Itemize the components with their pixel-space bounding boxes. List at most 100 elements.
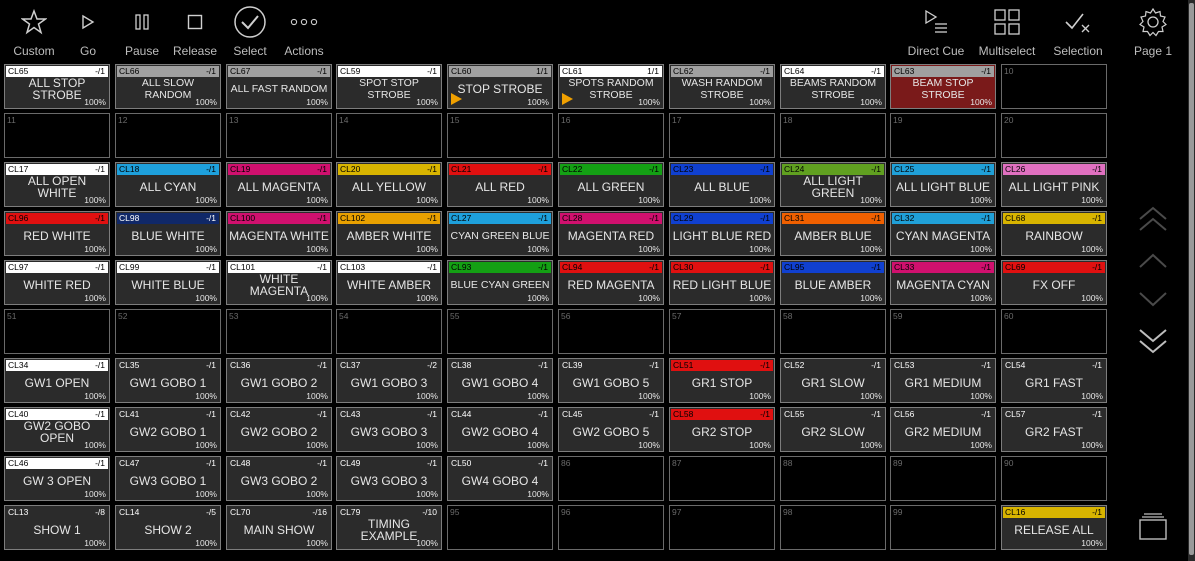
empty-cue-slot[interactable]: 12 — [115, 113, 221, 158]
cue-cell-cl101[interactable]: CL101 -/1 WHITE MAGENTA 100% — [226, 260, 332, 305]
chevron-double-down-icon[interactable] — [1138, 324, 1168, 354]
cue-cell-cl94[interactable]: CL94 -/1 RED MAGENTA 100% — [558, 260, 664, 305]
cue-cell-cl41[interactable]: CL41 -/1 GW2 GOBO 1 100% — [115, 407, 221, 452]
cue-cell-cl18[interactable]: CL18 -/1 ALL CYAN 100% — [115, 162, 221, 207]
cue-cell-cl93[interactable]: CL93 -/1 BLUE CYAN GREEN 100% — [447, 260, 553, 305]
cue-cell-cl20[interactable]: CL20 -/1 ALL YELLOW 100% — [336, 162, 442, 207]
cue-cell-cl34[interactable]: CL34 -/1 GW1 OPEN 100% — [4, 358, 110, 403]
empty-cue-slot[interactable]: 86 — [558, 456, 664, 501]
cue-cell-cl59[interactable]: CL59 -/1 SPOT STOP STROBE 100% — [336, 64, 442, 109]
chevron-double-up-icon[interactable] — [1138, 206, 1168, 236]
cue-cell-cl96[interactable]: CL96 -/1 RED WHITE 100% — [4, 211, 110, 256]
cue-cell-cl35[interactable]: CL35 -/1 GW1 GOBO 1 100% — [115, 358, 221, 403]
cue-cell-cl65[interactable]: CL65 -/1 ALL STOP STROBE 100% — [4, 64, 110, 109]
chevron-down-icon[interactable] — [1138, 284, 1168, 314]
chevron-up-icon[interactable] — [1138, 246, 1168, 276]
cue-cell-cl97[interactable]: CL97 -/1 WHITE RED 100% — [4, 260, 110, 305]
cue-cell-cl103[interactable]: CL103 -/1 WHITE AMBER 100% — [336, 260, 442, 305]
empty-cue-slot[interactable]: 56 — [558, 309, 664, 354]
empty-cue-slot[interactable]: 95 — [447, 505, 553, 550]
cue-cell-cl50[interactable]: CL50 -/1 GW4 GOBO 4 100% — [447, 456, 553, 501]
cue-cell-cl45[interactable]: CL45 -/1 GW2 GOBO 5 100% — [558, 407, 664, 452]
selection-button[interactable]: Selection — [1050, 0, 1106, 62]
cue-cell-cl33[interactable]: CL33 -/1 MAGENTA CYAN 100% — [890, 260, 996, 305]
cue-cell-cl24[interactable]: CL24 -/1 ALL LIGHT GREEN 100% — [780, 162, 886, 207]
pause-button[interactable]: Pause — [122, 0, 162, 62]
cue-cell-cl27[interactable]: CL27 -/1 CYAN GREEN BLUE 100% — [447, 211, 553, 256]
page-settings-button[interactable]: Page 1 — [1130, 0, 1176, 62]
cue-cell-cl55[interactable]: CL55 -/1 GR2 SLOW 100% — [780, 407, 886, 452]
cue-cell-cl42[interactable]: CL42 -/1 GW2 GOBO 2 100% — [226, 407, 332, 452]
cue-cell-cl56[interactable]: CL56 -/1 GR2 MEDIUM 100% — [890, 407, 996, 452]
cue-cell-cl66[interactable]: CL66 -/1 ALL SLOW RANDOM 100% — [115, 64, 221, 109]
empty-cue-slot[interactable]: 97 — [669, 505, 775, 550]
empty-cue-slot[interactable]: 88 — [780, 456, 886, 501]
cue-cell-cl67[interactable]: CL67 -/1 ALL FAST RANDOM 100% — [226, 64, 332, 109]
cue-cell-cl25[interactable]: CL25 -/1 ALL LIGHT BLUE 100% — [890, 162, 996, 207]
empty-cue-slot[interactable]: 11 — [4, 113, 110, 158]
cue-cell-cl63[interactable]: CL63 -/1 BEAM STOP STROBE 100% — [890, 64, 996, 109]
cue-cell-cl26[interactable]: CL26 -/1 ALL LIGHT PINK 100% — [1001, 162, 1107, 207]
multiselect-button[interactable]: Multiselect — [976, 0, 1038, 62]
empty-cue-slot[interactable]: 14 — [336, 113, 442, 158]
empty-cue-slot[interactable]: 51 — [4, 309, 110, 354]
empty-cue-slot[interactable]: 10 — [1001, 64, 1107, 109]
cue-cell-cl98[interactable]: CL98 -/1 BLUE WHITE 100% — [115, 211, 221, 256]
cue-cell-cl30[interactable]: CL30 -/1 RED LIGHT BLUE 100% — [669, 260, 775, 305]
empty-cue-slot[interactable]: 13 — [226, 113, 332, 158]
cue-cell-cl28[interactable]: CL28 -/1 MAGENTA RED 100% — [558, 211, 664, 256]
direct-cue-button[interactable]: Direct Cue — [904, 0, 968, 62]
cue-cell-cl16[interactable]: CL16 -/1 RELEASE ALL 100% — [1001, 505, 1107, 550]
cue-cell-cl70[interactable]: CL70 -/16 MAIN SHOW 100% — [226, 505, 332, 550]
cue-cell-cl49[interactable]: CL49 -/1 GW3 GOBO 3 100% — [336, 456, 442, 501]
empty-cue-slot[interactable]: 58 — [780, 309, 886, 354]
cue-cell-cl95[interactable]: CL95 -/1 BLUE AMBER 100% — [780, 260, 886, 305]
cue-cell-cl21[interactable]: CL21 -/1 ALL RED 100% — [447, 162, 553, 207]
actions-button[interactable]: Actions — [282, 0, 326, 62]
empty-cue-slot[interactable]: 55 — [447, 309, 553, 354]
empty-cue-slot[interactable]: 99 — [890, 505, 996, 550]
cue-cell-cl17[interactable]: CL17 -/1 ALL OPEN WHITE 100% — [4, 162, 110, 207]
cue-cell-cl13[interactable]: CL13 -/8 SHOW 1 100% — [4, 505, 110, 550]
empty-cue-slot[interactable]: 98 — [780, 505, 886, 550]
cue-cell-cl52[interactable]: CL52 -/1 GR1 SLOW 100% — [780, 358, 886, 403]
empty-cue-slot[interactable]: 17 — [669, 113, 775, 158]
empty-cue-slot[interactable]: 53 — [226, 309, 332, 354]
empty-cue-slot[interactable]: 57 — [669, 309, 775, 354]
empty-cue-slot[interactable]: 54 — [336, 309, 442, 354]
cue-cell-cl102[interactable]: CL102 -/1 AMBER WHITE 100% — [336, 211, 442, 256]
cue-cell-cl43[interactable]: CL43 -/1 GW3 GOBO 3 100% — [336, 407, 442, 452]
cue-cell-cl19[interactable]: CL19 -/1 ALL MAGENTA 100% — [226, 162, 332, 207]
scrollbar-thumb[interactable] — [1189, 3, 1194, 555]
empty-cue-slot[interactable]: 52 — [115, 309, 221, 354]
empty-cue-slot[interactable]: 19 — [890, 113, 996, 158]
cue-cell-cl62[interactable]: CL62 -/1 WASH RANDOM STROBE 100% — [669, 64, 775, 109]
empty-cue-slot[interactable]: 89 — [890, 456, 996, 501]
custom-button[interactable]: Custom — [8, 0, 60, 62]
cue-cell-cl79[interactable]: CL79 -/10 TIMING EXAMPLE 100% — [336, 505, 442, 550]
release-button[interactable]: Release — [172, 0, 218, 62]
empty-cue-slot[interactable]: 20 — [1001, 113, 1107, 158]
cue-cell-cl23[interactable]: CL23 -/1 ALL BLUE 100% — [669, 162, 775, 207]
empty-cue-slot[interactable]: 18 — [780, 113, 886, 158]
cue-cell-cl40[interactable]: CL40 -/1 GW2 GOBO OPEN 100% — [4, 407, 110, 452]
cue-cell-cl61[interactable]: CL61 1/1 SPOTS RANDOM STROBE 100% — [558, 64, 664, 109]
cue-cell-cl14[interactable]: CL14 -/5 SHOW 2 100% — [115, 505, 221, 550]
cue-cell-cl38[interactable]: CL38 -/1 GW1 GOBO 4 100% — [447, 358, 553, 403]
cue-cell-cl22[interactable]: CL22 -/1 ALL GREEN 100% — [558, 162, 664, 207]
empty-cue-slot[interactable]: 87 — [669, 456, 775, 501]
cue-cell-cl44[interactable]: CL44 -/1 GW2 GOBO 4 100% — [447, 407, 553, 452]
cue-cell-cl57[interactable]: CL57 -/1 GR2 FAST 100% — [1001, 407, 1107, 452]
cue-cell-cl31[interactable]: CL31 -/1 AMBER BLUE 100% — [780, 211, 886, 256]
empty-cue-slot[interactable]: 59 — [890, 309, 996, 354]
cue-cell-cl58[interactable]: CL58 -/1 GR2 STOP 100% — [669, 407, 775, 452]
cue-cell-cl32[interactable]: CL32 -/1 CYAN MAGENTA 100% — [890, 211, 996, 256]
cue-cell-cl29[interactable]: CL29 -/1 LIGHT BLUE RED 100% — [669, 211, 775, 256]
cue-cell-cl51[interactable]: CL51 -/1 GR1 STOP 100% — [669, 358, 775, 403]
cue-cell-cl100[interactable]: CL100 -/1 MAGENTA WHITE 100% — [226, 211, 332, 256]
cue-cell-cl47[interactable]: CL47 -/1 GW3 GOBO 1 100% — [115, 456, 221, 501]
cue-cell-cl69[interactable]: CL69 -/1 FX OFF 100% — [1001, 260, 1107, 305]
stack-icon[interactable] — [1138, 512, 1168, 542]
cue-cell-cl54[interactable]: CL54 -/1 GR1 FAST 100% — [1001, 358, 1107, 403]
empty-cue-slot[interactable]: 96 — [558, 505, 664, 550]
